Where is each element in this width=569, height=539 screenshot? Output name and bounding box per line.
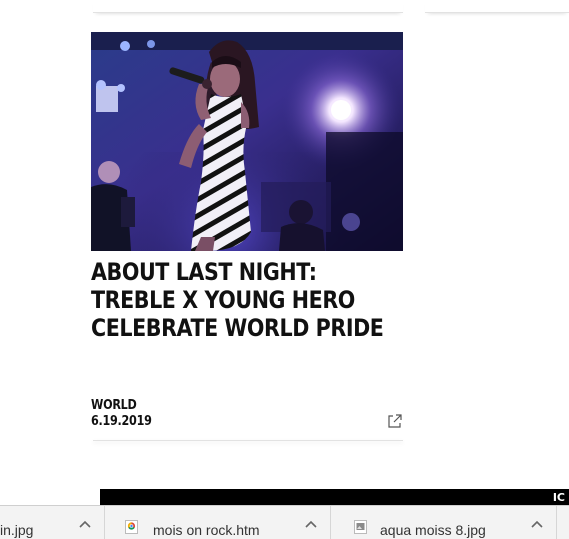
article-title[interactable]: About Last Night: Treble X Young Hero Ce… xyxy=(91,258,405,342)
article-card: About Last Night: Treble X Young Hero Ce… xyxy=(91,32,403,442)
download-item-name: in.jpg xyxy=(0,522,34,538)
article-card-bottom-edge xyxy=(93,440,403,441)
article-date: 6.19.2019 xyxy=(91,414,152,429)
share-icon[interactable] xyxy=(387,413,403,429)
next-card-text: IC xyxy=(552,491,565,504)
article-image[interactable] xyxy=(91,32,403,251)
download-item[interactable]: aqua moiss 8.jpg xyxy=(330,506,557,539)
previous-card-bottom-edge xyxy=(93,0,403,13)
chevron-up-icon[interactable] xyxy=(304,520,318,530)
download-item-name: aqua moiss 8.jpg xyxy=(380,522,486,538)
article-category[interactable]: WORLD xyxy=(91,398,152,414)
download-item[interactable]: mois on rock.htm xyxy=(104,506,331,539)
download-item-name: mois on rock.htm xyxy=(153,522,260,538)
download-item[interactable]: in.jpg xyxy=(0,506,105,539)
chevron-up-icon[interactable] xyxy=(78,520,92,530)
chevron-up-icon[interactable] xyxy=(530,520,544,530)
download-shelf: in.jpg mois on rock.htm aqua moiss 8.jpg xyxy=(0,505,569,539)
chrome-document-icon xyxy=(125,520,138,534)
image-file-icon xyxy=(354,520,367,534)
previous-card-bottom-edge-right xyxy=(425,0,569,13)
article-meta: WORLD 6.19.2019 xyxy=(91,398,152,430)
performer-photo xyxy=(91,32,403,251)
